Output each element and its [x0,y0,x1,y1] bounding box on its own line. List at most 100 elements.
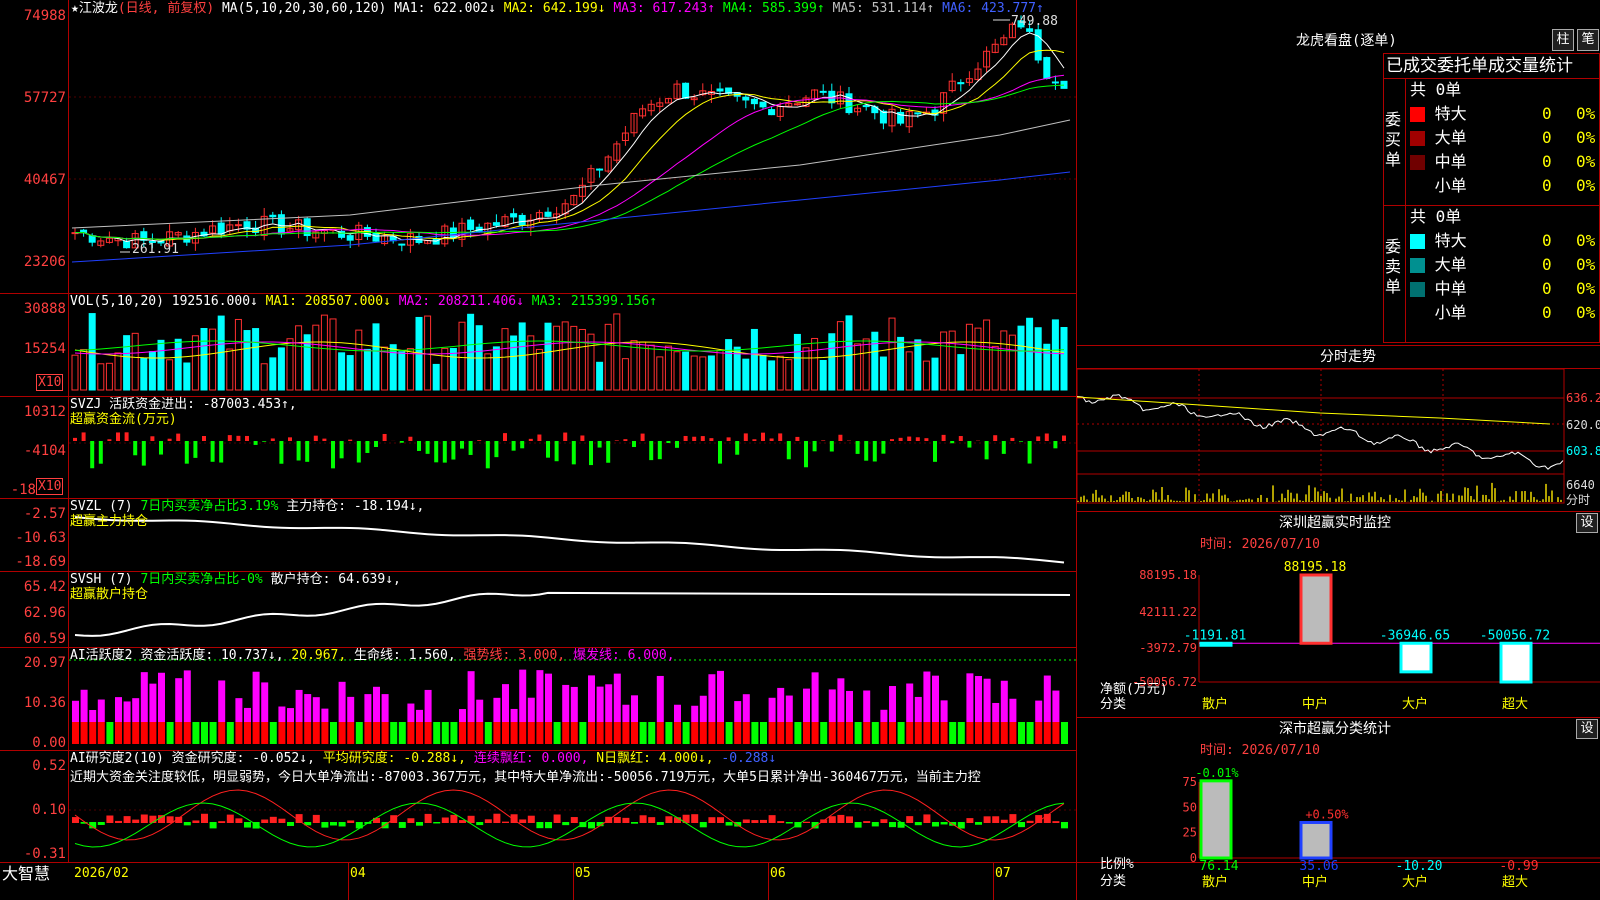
research-bar [338,822,346,827]
activity-bar [923,671,931,722]
activity-bar [390,722,398,744]
activity-bar [347,722,355,744]
volume-bar [888,317,896,391]
activity-bar [880,722,888,744]
volume-bar [768,360,776,391]
activity-bar [742,722,750,744]
intraday-volume [1470,495,1472,502]
activity-bar [72,700,79,722]
activity-bar [596,686,604,722]
category-label: 大户 [1402,696,1428,712]
sell-total: 共 0单 [1410,207,1462,226]
fund-flow-bar [589,441,593,466]
fund-flow-bar [167,438,172,441]
activity-bar [983,722,991,744]
fund-flow-bar [580,435,585,441]
activity-bar [502,722,509,744]
fund-flow-bar [1036,436,1041,441]
kline-candle [862,105,870,108]
bar-mode-button[interactable]: 柱 [1552,29,1574,51]
intraday-volume [1548,496,1550,502]
intraday-volume [1359,497,1361,502]
volume-bar [682,351,690,391]
sell-orders-label: 委卖单 [1385,237,1402,296]
volume-bar [854,343,862,391]
ai2-t1: 资金研究度: -0.052↓, [171,751,315,766]
ai1-t2: 20.967, [291,648,347,663]
activity-bar [321,708,329,722]
fund-flow-bar [735,441,740,455]
research-bar [192,820,200,823]
fund-flow-bar [632,441,636,448]
volume-bar [965,323,973,391]
svzl-header: SVZL (7) 7日内买卖净占比3.19% 主力持仓: -18.194↓, [70,499,424,515]
intraday-volume [1440,490,1442,502]
activity-bar [966,673,974,722]
fund-flow-bar [821,440,826,441]
order-percent: 0% [1576,303,1596,322]
fund-flow-bar [855,441,860,454]
intraday-volume [1149,499,1151,502]
stock-mode: (日线, 前复权) [117,1,215,16]
volume-bar [432,363,440,391]
intraday-volume [1128,492,1130,502]
intraday-volume [1161,487,1163,502]
order-count: 0 [1542,255,1552,274]
date-tick [993,862,994,900]
volume-bar [191,335,199,391]
intraday-volume [1101,495,1103,502]
activity-bar [992,702,1000,722]
fund-flow-bar [313,435,318,441]
research-bar [940,822,948,825]
fund-flow-bar [1053,441,1058,449]
y-label: 0.52 [32,758,66,774]
intraday-volume [1410,499,1412,502]
category-bar [1299,573,1333,645]
volume-bar [983,319,991,391]
activity-bar [1035,700,1043,722]
category-label: 超大 [1502,875,1528,890]
volume-bar [948,330,956,391]
volume-bar [71,354,79,391]
y-tick-label: 25 [1183,826,1197,840]
sz-monitor-settings-button[interactable]: 设 [1576,513,1598,533]
fund-flow-bar [425,441,430,454]
y-label: 20.97 [23,655,66,671]
activity-bar [717,722,724,744]
intraday-volume [1188,490,1190,502]
kline-candle [492,222,500,226]
ma-value: MA5: 531.114↑ [824,1,935,16]
y-tick-label: 50 [1183,800,1197,814]
order-count: 0 [1542,176,1552,195]
fund-flow-bar [812,441,817,452]
retail-holding-line [74,591,1071,637]
tick-mode-button[interactable]: 笔 [1577,29,1599,51]
activity-bar [183,722,191,744]
kline-candle [596,168,604,171]
research-bar [527,815,535,823]
ai2-t3: 连续飘红: 0.000, [473,751,589,766]
fund-flow-bar [890,439,894,441]
research-bar [1026,820,1034,823]
intraday-volume [1164,499,1166,502]
intraday-volume [1284,498,1286,502]
intraday-volume [1251,499,1253,502]
vol-header: VOL(5,10,20) 192516.000↓ MA1: 208507.000… [70,294,657,310]
sz-class-settings-button[interactable]: 设 [1576,719,1598,739]
fund-flow-bar [606,441,611,463]
volume-bar [381,346,389,391]
activity-bar [252,671,260,722]
activity-bar [889,686,896,722]
intraday-volume [1134,500,1136,502]
intraday-volume [1077,500,1079,502]
volume-bar [183,362,191,391]
chart-right-border [1076,0,1077,900]
y-label: 10.36 [23,695,66,711]
intraday-volume [1152,489,1154,502]
fund-flow-bar [408,436,413,441]
intraday-volume [1533,497,1535,502]
activity-bar [373,722,380,744]
intraday-volume [1521,491,1523,502]
activity-bar [1026,722,1034,744]
activity-bar [364,722,372,744]
